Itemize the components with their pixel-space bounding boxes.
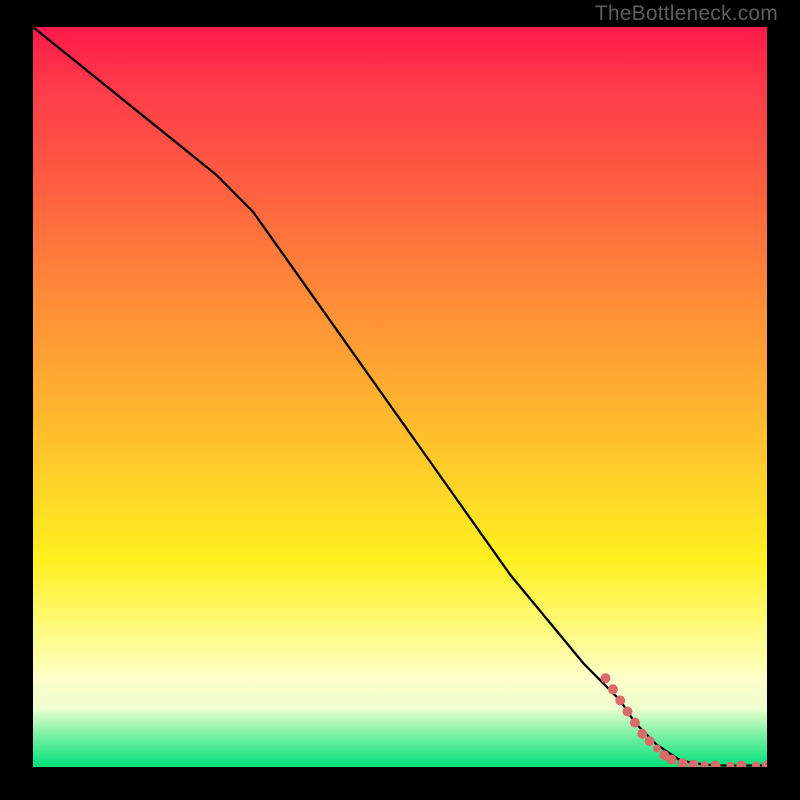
marker-dot [701,761,709,767]
chart-svg [33,27,767,767]
marker-dot [762,761,767,768]
attribution-text: TheBottleneck.com [595,2,778,26]
marker-dot [726,762,734,768]
plot-area [33,27,767,767]
marker-dot [667,755,677,765]
marker-dot [630,718,640,728]
markers-group [601,673,768,767]
bottleneck-curve [33,27,767,766]
marker-dot [645,736,655,746]
marker-dot [736,761,746,768]
marker-dot [623,707,633,717]
marker-dot [752,762,760,768]
chart-container: TheBottleneck.com [0,0,800,800]
marker-dot [615,695,625,705]
marker-dot [637,729,647,739]
marker-dot [711,761,721,768]
marker-dot [678,758,688,767]
marker-dot [689,760,699,767]
marker-dot [653,745,661,753]
marker-dot [601,673,611,683]
marker-dot [659,750,669,760]
marker-dot [608,684,618,694]
